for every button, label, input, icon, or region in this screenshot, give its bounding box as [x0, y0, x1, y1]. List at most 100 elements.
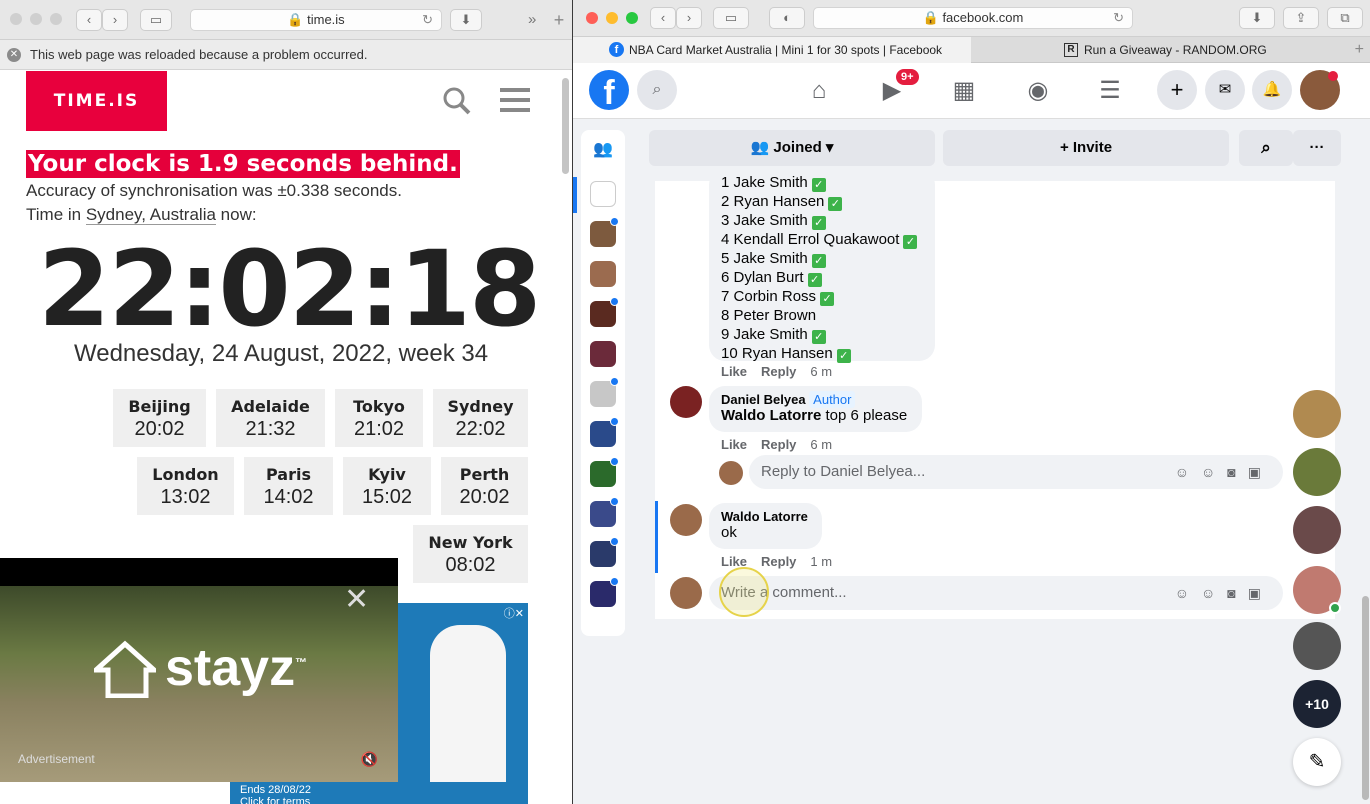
- group-nba-icon[interactable]: [590, 181, 616, 207]
- list-number: 9: [721, 326, 730, 343]
- share-icon[interactable]: ⇪: [1283, 7, 1319, 29]
- time-is-logo[interactable]: TIME.IS: [26, 71, 167, 131]
- notifications-icon[interactable]: 🔔: [1252, 70, 1292, 110]
- city-perth[interactable]: Perth 20:02: [441, 457, 528, 515]
- joined-button[interactable]: 👥 Joined ▾: [649, 130, 935, 166]
- marketplace-icon[interactable]: ▦: [944, 73, 984, 109]
- group-3-icon[interactable]: [590, 261, 616, 287]
- mute-icon[interactable]: 🔇: [361, 751, 378, 768]
- new-tab-icon[interactable]: +: [1355, 37, 1364, 63]
- sidebar-icon[interactable]: ▭: [140, 9, 172, 31]
- city-adelaide[interactable]: Adelaide 21:32: [216, 389, 325, 447]
- location-link[interactable]: Sydney, Australia: [85, 205, 216, 225]
- group-6-icon[interactable]: [590, 377, 619, 407]
- waldo-avatar[interactable]: [670, 504, 702, 536]
- reload-icon[interactable]: ↻: [422, 10, 433, 30]
- left-toolbar: ‹ › ▭ 🔒 time.is ↻ ⬇ » +: [0, 0, 572, 40]
- input-icons[interactable]: ☺☺◙▣: [1175, 455, 1273, 489]
- reply-link[interactable]: Reply: [761, 554, 796, 569]
- tab-facebook[interactable]: f NBA Card Market Australia | Mini 1 for…: [573, 37, 971, 63]
- comment-author[interactable]: Daniel Belyea: [721, 392, 806, 407]
- minimize-window-button[interactable]: [30, 13, 42, 25]
- ad-choices-icon[interactable]: ⓘ✕: [504, 605, 524, 621]
- chat-head-4[interactable]: [1293, 566, 1341, 614]
- new-tab-icon[interactable]: +: [546, 10, 572, 40]
- group-8-icon[interactable]: [590, 457, 619, 487]
- more-options-icon[interactable]: ···: [1293, 130, 1341, 166]
- chat-head-3[interactable]: [1293, 506, 1341, 554]
- close-ad-icon[interactable]: ✕: [344, 582, 369, 617]
- more-chats-button[interactable]: +10: [1293, 680, 1341, 728]
- group-10-icon[interactable]: [590, 537, 619, 567]
- address-bar[interactable]: 🔒 facebook.com ↻: [813, 7, 1133, 29]
- facebook-logo[interactable]: f: [589, 70, 629, 112]
- reply-link[interactable]: Reply: [761, 437, 796, 452]
- invite-button[interactable]: + Invite: [943, 130, 1229, 166]
- back-icon[interactable]: ‹: [650, 7, 676, 29]
- like-link[interactable]: Like: [721, 364, 747, 379]
- group-2-icon[interactable]: [590, 217, 619, 247]
- home-icon[interactable]: ⌂: [799, 73, 839, 109]
- close-banner-icon[interactable]: ✕: [7, 48, 21, 62]
- forward-icon[interactable]: ›: [102, 9, 128, 31]
- forward-icon[interactable]: ›: [676, 7, 702, 29]
- all-groups-icon[interactable]: 👥: [590, 139, 616, 165]
- menu-icon[interactable]: ☰: [1090, 73, 1130, 109]
- like-link[interactable]: Like: [721, 437, 747, 452]
- group-5-icon[interactable]: [590, 341, 616, 367]
- close-window-button[interactable]: [10, 13, 22, 25]
- tab-random-org[interactable]: R Run a Giveaway - RANDOM.ORG: [972, 37, 1352, 63]
- minimize-window-button[interactable]: [606, 12, 618, 24]
- group-9-icon[interactable]: [590, 497, 619, 527]
- group-11-icon[interactable]: [590, 577, 619, 607]
- fb-search-icon[interactable]: ⌕: [637, 70, 677, 110]
- zoom-window-button[interactable]: [50, 13, 62, 25]
- sidebar-icon[interactable]: ▭: [713, 7, 749, 29]
- privacy-icon[interactable]: ◐: [769, 7, 805, 29]
- daniel-avatar[interactable]: [670, 386, 702, 418]
- right-scrollbar[interactable]: [1362, 596, 1369, 800]
- reply-link[interactable]: Reply: [761, 364, 796, 379]
- new-message-icon[interactable]: ✎: [1293, 738, 1341, 786]
- video-ad[interactable]: stayz™ ✕ Advertisement 🔇: [0, 558, 398, 782]
- city-name: London: [152, 465, 219, 484]
- ad-brand-text: stayz: [165, 639, 296, 697]
- comment-input[interactable]: Write a comment... ☺☺◙▣: [709, 576, 1283, 610]
- download-icon[interactable]: ⬇: [450, 9, 482, 31]
- comment-author[interactable]: Waldo Latorre: [721, 509, 810, 524]
- group-4-icon[interactable]: [590, 297, 619, 327]
- mention-link[interactable]: Waldo Latorre: [721, 407, 821, 424]
- search-icon[interactable]: [441, 85, 471, 115]
- address-bar[interactable]: 🔒 time.is ↻: [190, 9, 442, 31]
- download-icon[interactable]: ⬇: [1239, 7, 1275, 29]
- city-kyiv[interactable]: Kyiv 15:02: [343, 457, 431, 515]
- zoom-window-button[interactable]: [626, 12, 638, 24]
- city-paris[interactable]: Paris 14:02: [244, 457, 333, 515]
- highlight-bar: [655, 501, 658, 573]
- back-icon[interactable]: ‹: [76, 9, 102, 31]
- ad-terms[interactable]: Ends 28/08/22 Click for terms: [230, 782, 528, 804]
- ad-banner-side[interactable]: ⓘ✕: [398, 603, 528, 804]
- reload-icon[interactable]: ↻: [1113, 8, 1124, 28]
- overflow-icon[interactable]: »: [528, 11, 536, 28]
- chat-head-5[interactable]: [1293, 622, 1341, 670]
- groups-icon[interactable]: ◉: [1018, 73, 1058, 109]
- tabs-overview-icon[interactable]: ⧉: [1327, 7, 1363, 29]
- input-icons[interactable]: ☺☺◙▣: [1175, 576, 1273, 610]
- menu-icon[interactable]: [500, 87, 530, 113]
- close-window-button[interactable]: [586, 12, 598, 24]
- group-7-icon[interactable]: [590, 417, 619, 447]
- messenger-icon[interactable]: ✉: [1205, 70, 1245, 110]
- reply-input[interactable]: Reply to Daniel Belyea... ☺☺◙▣: [749, 455, 1283, 489]
- city-london[interactable]: London 13:02: [137, 457, 234, 515]
- watch-icon[interactable]: ▶ 9+: [872, 69, 919, 109]
- city-sydney[interactable]: Sydney 22:02: [433, 389, 528, 447]
- group-search-icon[interactable]: ⌕: [1239, 130, 1293, 166]
- chat-head-2[interactable]: [1293, 448, 1341, 496]
- city-beijing[interactable]: Beijing 20:02: [113, 389, 206, 447]
- create-icon[interactable]: +: [1157, 70, 1197, 110]
- left-scrollbar[interactable]: [562, 78, 569, 174]
- chat-head-1[interactable]: [1293, 390, 1341, 438]
- city-new-york[interactable]: New York 08:02: [413, 525, 528, 583]
- city-tokyo[interactable]: Tokyo 21:02: [335, 389, 423, 447]
